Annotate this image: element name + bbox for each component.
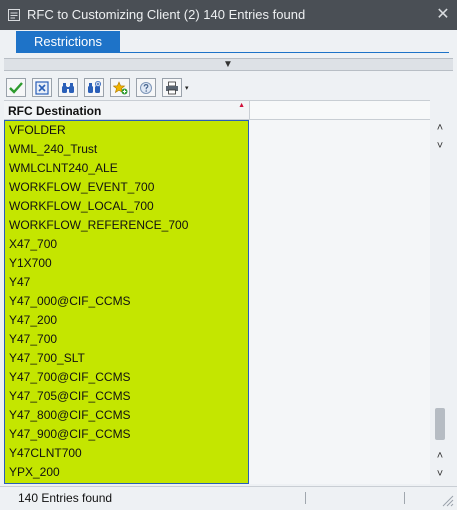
list-item[interactable]: Y1X700 bbox=[5, 254, 248, 273]
help-button[interactable] bbox=[136, 78, 156, 97]
column-header-rfc-destination[interactable]: RFC Destination ▲ bbox=[4, 100, 249, 120]
close-icon[interactable]: ✕ bbox=[435, 7, 451, 23]
list-item[interactable]: X47_700 bbox=[5, 235, 248, 254]
binoculars-icon bbox=[62, 82, 74, 93]
result-list[interactable]: VFOLDER WML_240_Trust WMLCLNT240_ALE WOR… bbox=[4, 120, 249, 484]
status-divider bbox=[404, 492, 405, 504]
list-item[interactable]: Y47_800@CIF_CCMS bbox=[5, 406, 248, 425]
print-dropdown-icon[interactable]: ▾ bbox=[185, 84, 189, 92]
empty-pane bbox=[249, 120, 430, 484]
list-item[interactable]: Y47_000@CIF_CCMS bbox=[5, 292, 248, 311]
find-button[interactable] bbox=[58, 78, 78, 97]
scrollbar-thumb[interactable] bbox=[435, 408, 445, 440]
sort-ascending-icon[interactable]: ▲ bbox=[238, 102, 245, 109]
list-item[interactable]: Y47CLNT700 bbox=[5, 444, 248, 463]
toolbar: ▾ bbox=[4, 76, 453, 100]
list-item[interactable]: WORKFLOW_EVENT_700 bbox=[5, 178, 248, 197]
list-item[interactable]: WML_240_Trust bbox=[5, 140, 248, 159]
cancel-icon bbox=[35, 80, 49, 95]
resize-grip-icon[interactable] bbox=[440, 493, 454, 507]
list-item[interactable]: Y47_900@CIF_CCMS bbox=[5, 425, 248, 444]
list-item[interactable]: WMLCLNT240_ALE bbox=[5, 159, 248, 178]
status-bar: 140 Entries found bbox=[0, 486, 457, 510]
status-divider bbox=[305, 492, 306, 504]
scroll-page-up-icon[interactable]: ˄ bbox=[431, 120, 449, 136]
star-add-icon bbox=[112, 80, 127, 94]
print-icon bbox=[166, 81, 178, 94]
window-menu-icon[interactable] bbox=[8, 9, 20, 21]
add-favorite-button[interactable] bbox=[110, 78, 130, 97]
header-filler bbox=[249, 100, 430, 120]
list-item[interactable]: WORKFLOW_LOCAL_700 bbox=[5, 197, 248, 216]
check-icon bbox=[9, 81, 23, 94]
list-item[interactable]: YPX_200 bbox=[5, 463, 248, 482]
scroll-up-icon[interactable]: ˅ bbox=[431, 138, 449, 154]
tab-underline bbox=[16, 52, 449, 53]
title-bar: RFC to Customizing Client (2) 140 Entrie… bbox=[0, 0, 457, 30]
collapse-splitter[interactable]: ▼ bbox=[4, 58, 453, 71]
scroll-page-down-icon[interactable]: ˅ bbox=[431, 466, 449, 482]
print-button[interactable] bbox=[162, 78, 182, 97]
list-item[interactable]: Y47_700_SLT bbox=[5, 349, 248, 368]
tab-restrictions[interactable]: Restrictions bbox=[16, 31, 120, 52]
collapse-arrow-icon[interactable]: ▼ bbox=[223, 59, 233, 70]
list-item[interactable]: Y47_200 bbox=[5, 311, 248, 330]
column-header-label: RFC Destination bbox=[8, 104, 102, 118]
binoculars-plus-icon bbox=[88, 80, 101, 93]
list-item[interactable]: VFOLDER bbox=[5, 121, 248, 140]
cancel-button[interactable] bbox=[32, 78, 52, 97]
find-next-button[interactable] bbox=[84, 78, 104, 97]
tab-strip: Restrictions bbox=[0, 30, 457, 56]
vertical-scrollbar[interactable]: ˄ ˅ ˄ ˅ bbox=[431, 120, 449, 484]
list-item[interactable]: Y47_700@CIF_CCMS bbox=[5, 368, 248, 387]
status-text: 140 Entries found bbox=[18, 491, 113, 505]
list-item[interactable]: Y47_705@CIF_CCMS bbox=[5, 387, 248, 406]
list-item[interactable]: Y47 bbox=[5, 273, 248, 292]
continue-button[interactable] bbox=[6, 78, 26, 97]
list-item[interactable]: WORKFLOW_REFERENCE_700 bbox=[5, 216, 248, 235]
window-title: RFC to Customizing Client (2) 140 Entrie… bbox=[27, 7, 306, 22]
help-icon bbox=[140, 81, 152, 94]
list-item[interactable]: Y47_700 bbox=[5, 330, 248, 349]
scroll-down-icon[interactable]: ˄ bbox=[431, 448, 449, 464]
